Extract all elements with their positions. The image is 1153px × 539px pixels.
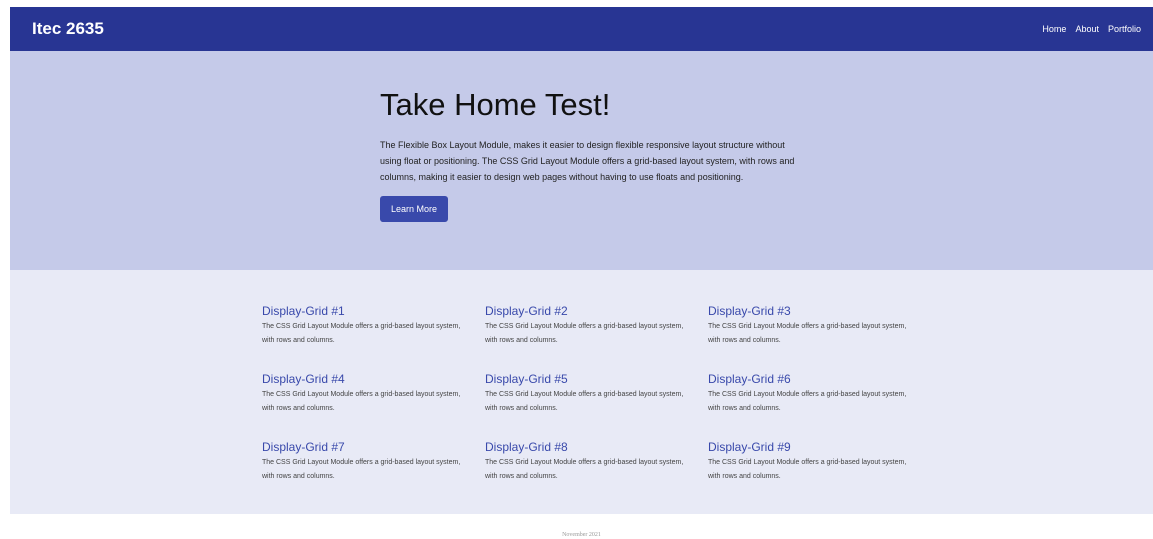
grid-card-text: The CSS Grid Layout Module offers a grid…	[708, 391, 907, 412]
nav-link-home[interactable]: Home	[1042, 24, 1066, 34]
grid-card-title: Display-Grid #1	[262, 304, 345, 318]
grid-card: Display-Grid #1 The CSS Grid Layout Modu…	[262, 304, 485, 360]
hero-title: Take Home Test!	[380, 87, 611, 122]
hero-section: Take Home Test! The Flexible Box Layout …	[10, 51, 1153, 270]
grid-card-text: The CSS Grid Layout Module offers a grid…	[485, 459, 684, 480]
display-grid: Display-Grid #1 The CSS Grid Layout Modu…	[262, 304, 931, 496]
grid-card-text: The CSS Grid Layout Module offers a grid…	[262, 323, 461, 344]
grid-card-text: The CSS Grid Layout Module offers a grid…	[485, 391, 684, 412]
grid-card: Display-Grid #5 The CSS Grid Layout Modu…	[485, 372, 708, 428]
cropped-caption-strip	[0, 0, 1153, 7]
nav-link-portfolio[interactable]: Portfolio	[1108, 24, 1141, 34]
grid-card-title: Display-Grid #7	[262, 440, 345, 454]
grid-card: Display-Grid #2 The CSS Grid Layout Modu…	[485, 304, 708, 360]
grid-card: Display-Grid #3 The CSS Grid Layout Modu…	[708, 304, 931, 360]
grid-card-text: The CSS Grid Layout Module offers a grid…	[708, 323, 907, 344]
grid-card-title: Display-Grid #6	[708, 372, 791, 386]
grid-card-text: The CSS Grid Layout Module offers a grid…	[262, 459, 461, 480]
grid-card-text: The CSS Grid Layout Module offers a grid…	[262, 391, 461, 412]
grid-card: Display-Grid #9 The CSS Grid Layout Modu…	[708, 440, 931, 496]
grid-section: Display-Grid #1 The CSS Grid Layout Modu…	[10, 270, 1153, 514]
footer-date: November 2021	[562, 532, 601, 538]
grid-card-title: Display-Grid #5	[485, 372, 568, 386]
grid-card-title: Display-Grid #8	[485, 440, 568, 454]
grid-card: Display-Grid #6 The CSS Grid Layout Modu…	[708, 372, 931, 428]
learn-more-button[interactable]: Learn More	[380, 196, 449, 222]
grid-card-text: The CSS Grid Layout Module offers a grid…	[708, 459, 907, 480]
nav-link-about[interactable]: About	[1075, 24, 1099, 34]
nav-links: Home About Portfolio	[1042, 24, 1141, 34]
grid-card: Display-Grid #4 The CSS Grid Layout Modu…	[262, 372, 485, 428]
grid-card-title: Display-Grid #9	[708, 440, 791, 454]
footer: November 2021	[10, 514, 1153, 539]
grid-card-title: Display-Grid #3	[708, 304, 791, 318]
grid-card-title: Display-Grid #4	[262, 372, 345, 386]
hero-content: Take Home Test! The Flexible Box Layout …	[380, 85, 800, 222]
brand-logo-text[interactable]: Itec 2635	[32, 19, 104, 39]
grid-card: Display-Grid #8 The CSS Grid Layout Modu…	[485, 440, 708, 496]
navbar: Itec 2635 Home About Portfolio	[10, 7, 1153, 51]
hero-description: The Flexible Box Layout Module, makes it…	[380, 140, 795, 182]
grid-card-title: Display-Grid #2	[485, 304, 568, 318]
grid-card: Display-Grid #7 The CSS Grid Layout Modu…	[262, 440, 485, 496]
grid-card-text: The CSS Grid Layout Module offers a grid…	[485, 323, 684, 344]
